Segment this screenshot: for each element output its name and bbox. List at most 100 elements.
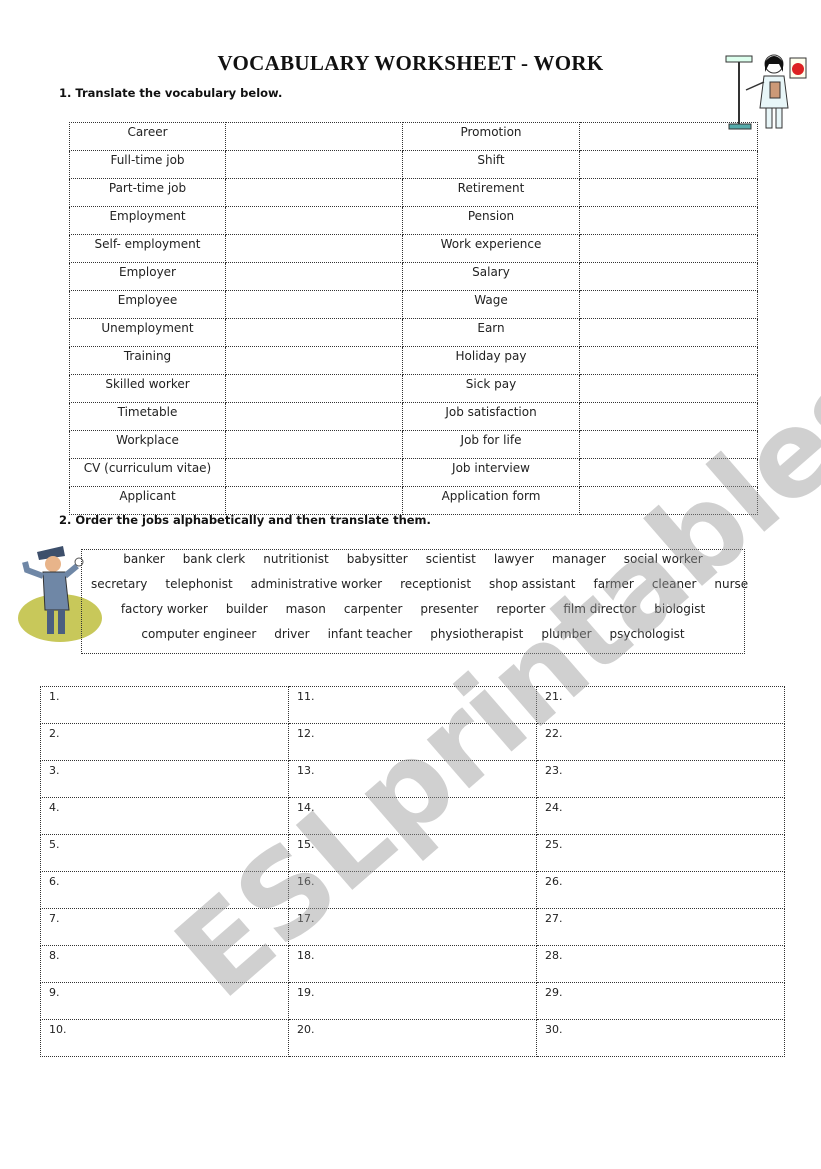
job-word: nutritionist <box>263 552 329 566</box>
answer-cell[interactable]: 5. <box>40 834 289 872</box>
answer-cell[interactable]: 1. <box>40 686 289 724</box>
translation-field[interactable] <box>579 318 758 347</box>
answer-cell[interactable]: 13. <box>288 760 537 798</box>
vocab-term: Employment <box>69 206 226 235</box>
translation-field[interactable] <box>225 458 403 487</box>
answer-cell[interactable]: 22. <box>536 723 785 761</box>
answer-cell[interactable]: 23. <box>536 760 785 798</box>
job-word: builder <box>225 602 268 616</box>
vocab-term: Part-time job <box>69 178 226 207</box>
translation-field[interactable] <box>579 346 758 375</box>
vocab-term: Earn <box>402 318 580 347</box>
translation-field[interactable] <box>225 402 403 431</box>
job-word: psychologist <box>609 627 685 641</box>
job-word: telephonist <box>165 577 233 591</box>
answer-cell[interactable]: 28. <box>536 945 785 983</box>
translation-field[interactable] <box>225 178 403 207</box>
answer-cell[interactable]: 12. <box>288 723 537 761</box>
translation-field[interactable] <box>579 430 758 459</box>
vocab-term: Work experience <box>402 234 580 263</box>
answer-row: 7. 17. 27. <box>40 908 785 946</box>
vocab-row: Self- employment Work experience <box>69 234 758 263</box>
answer-cell[interactable]: 30. <box>536 1019 785 1057</box>
translation-field[interactable] <box>579 374 758 403</box>
answer-cell[interactable]: 24. <box>536 797 785 835</box>
vocab-row: Training Holiday pay <box>69 346 758 375</box>
vocab-row: Full-time job Shift <box>69 150 758 179</box>
job-word: infant teacher <box>327 627 413 641</box>
translation-field[interactable] <box>225 430 403 459</box>
answer-row: 2. 12. 22. <box>40 723 785 761</box>
answer-cell[interactable]: 7. <box>40 908 289 946</box>
vocab-row: CV (curriculum vitae) Job interview <box>69 458 758 487</box>
job-word: scientist <box>425 552 476 566</box>
job-word: babysitter <box>346 552 408 566</box>
vocab-row: Employer Salary <box>69 262 758 291</box>
answer-cell[interactable]: 6. <box>40 871 289 909</box>
job-word: farmer <box>593 577 634 591</box>
job-word: banker <box>123 552 165 566</box>
translation-field[interactable] <box>579 206 758 235</box>
vocab-term: Employer <box>69 262 226 291</box>
job-word: secretary <box>91 577 148 591</box>
job-word: shop assistant <box>489 577 576 591</box>
translation-field[interactable] <box>225 318 403 347</box>
translation-field[interactable] <box>225 206 403 235</box>
answer-cell[interactable]: 18. <box>288 945 537 983</box>
translation-field[interactable] <box>225 486 403 515</box>
vocab-row: Employment Pension <box>69 206 758 235</box>
translation-field[interactable] <box>225 290 403 319</box>
translation-field[interactable] <box>225 262 403 291</box>
vocab-row: Applicant Application form <box>69 486 758 515</box>
job-word: cleaner <box>651 577 697 591</box>
answer-cell[interactable]: 3. <box>40 760 289 798</box>
answer-cell[interactable]: 10. <box>40 1019 289 1057</box>
answer-cell[interactable]: 21. <box>536 686 785 724</box>
answer-cell[interactable]: 14. <box>288 797 537 835</box>
translation-field[interactable] <box>225 234 403 263</box>
vocab-term: Job satisfaction <box>402 402 580 431</box>
translation-field[interactable] <box>579 458 758 487</box>
answer-cell[interactable]: 19. <box>288 982 537 1020</box>
translation-field[interactable] <box>579 486 758 515</box>
answer-cell[interactable]: 11. <box>288 686 537 724</box>
answer-cell[interactable]: 25. <box>536 834 785 872</box>
translation-field[interactable] <box>579 234 758 263</box>
instruction-2: 2. Order the jobs alphabetically and the… <box>59 513 431 527</box>
translation-field[interactable] <box>225 122 403 151</box>
answer-cell[interactable]: 15. <box>288 834 537 872</box>
answer-row: 5. 15. 25. <box>40 834 785 872</box>
job-word-line: secretary telephonist administrative worke… <box>82 577 748 591</box>
vocab-term: Application form <box>402 486 580 515</box>
translation-field[interactable] <box>225 346 403 375</box>
answer-cell[interactable]: 8. <box>40 945 289 983</box>
answer-cell[interactable]: 2. <box>40 723 289 761</box>
job-word: social worker <box>623 552 703 566</box>
vocab-term: Salary <box>402 262 580 291</box>
translation-field[interactable] <box>579 150 758 179</box>
translation-field[interactable] <box>579 290 758 319</box>
answer-cell[interactable]: 16. <box>288 871 537 909</box>
translation-field[interactable] <box>579 178 758 207</box>
vocab-term: Full-time job <box>69 150 226 179</box>
answer-cell[interactable]: 26. <box>536 871 785 909</box>
vocab-term: Unemployment <box>69 318 226 347</box>
translation-field[interactable] <box>579 402 758 431</box>
answer-cell[interactable]: 29. <box>536 982 785 1020</box>
translation-field[interactable] <box>579 262 758 291</box>
vocab-row: Part-time job Retirement <box>69 178 758 207</box>
vocab-term: Sick pay <box>402 374 580 403</box>
answer-cell[interactable]: 17. <box>288 908 537 946</box>
translation-field[interactable] <box>225 374 403 403</box>
job-word: driver <box>274 627 310 641</box>
answer-cell[interactable]: 9. <box>40 982 289 1020</box>
answer-row: 1. 11. 21. <box>40 686 785 724</box>
translation-field[interactable] <box>225 150 403 179</box>
job-word-line: computer engineer driver infant teacher phy… <box>82 627 744 641</box>
answer-cell[interactable]: 27. <box>536 908 785 946</box>
vocab-term: Job for life <box>402 430 580 459</box>
answer-cell[interactable]: 4. <box>40 797 289 835</box>
job-word: presenter <box>420 602 479 616</box>
translation-field[interactable] <box>579 122 758 151</box>
answer-cell[interactable]: 20. <box>288 1019 537 1057</box>
